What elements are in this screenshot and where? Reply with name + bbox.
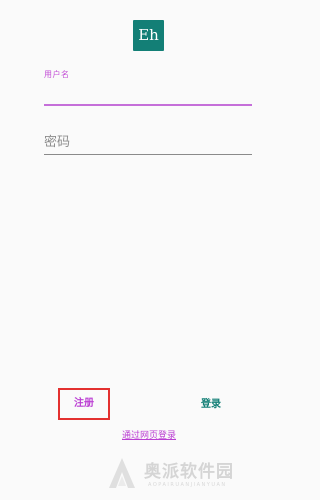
register-button[interactable]: 注册 xyxy=(58,388,110,420)
username-field[interactable] xyxy=(44,80,252,106)
app-logo: Eh xyxy=(133,20,164,51)
watermark-subtitle: AOPAIRUANJIANYUAN xyxy=(148,482,227,488)
watermark-title: 奥派软件园 xyxy=(144,462,234,482)
password-field[interactable] xyxy=(44,130,252,155)
watermark: 奥派软件园 AOPAIRUANJIANYUAN xyxy=(104,452,290,496)
web-login-link[interactable]: 通过网页登录 xyxy=(110,428,188,441)
watermark-logo-icon xyxy=(109,458,135,488)
login-button[interactable]: 登录 xyxy=(190,396,232,414)
username-label: 用户名 xyxy=(44,70,70,79)
